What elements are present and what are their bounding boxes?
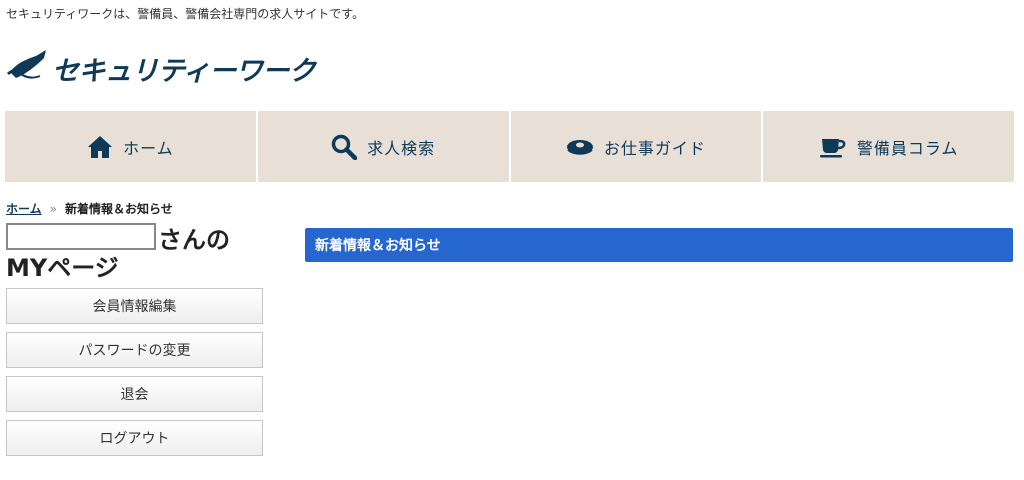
mypage-heading: MYページ [6, 254, 119, 282]
breadcrumb: ホーム » 新着情報＆お知らせ [6, 200, 173, 217]
logout-button[interactable]: ログアウト [6, 420, 263, 456]
breadcrumb-current: 新着情報＆お知らせ [64, 202, 173, 216]
home-icon [87, 135, 113, 159]
user-name-field [6, 223, 156, 250]
coffee-cup-icon [819, 135, 847, 159]
mypage-menu: 会員情報編集 パスワードの変更 退会 ログアウト [6, 288, 263, 464]
nav-guard-column[interactable]: 警備員コラム [763, 111, 1014, 182]
name-suffix: さんの [158, 226, 230, 254]
nav-job-search-label: 求人検索 [367, 138, 436, 158]
site-tagline: セキュリティワークは、警備員、警備会社専門の求人サイトです。 [6, 7, 365, 21]
logo-text: セキュリティーワーク [52, 55, 316, 87]
nav-job-guide-label: お仕事ガイド [603, 138, 706, 158]
breadcrumb-home-link[interactable]: ホーム [6, 202, 42, 216]
change-password-button[interactable]: パスワードの変更 [6, 332, 263, 368]
breadcrumb-separator: » [49, 202, 57, 216]
news-section-header: 新着情報＆お知らせ [305, 228, 1013, 262]
cap-icon [566, 137, 594, 157]
guard-cap-icon [6, 46, 50, 86]
search-icon [331, 134, 358, 160]
nav-home[interactable]: ホーム [5, 111, 258, 182]
mypage-title: さんの MYページ [6, 223, 266, 282]
nav-guard-column-label: 警備員コラム [856, 138, 959, 158]
site-logo[interactable]: セキュリティーワーク [6, 44, 316, 88]
nav-job-search[interactable]: 求人検索 [258, 111, 511, 182]
main-nav: ホーム 求人検索 お仕事ガイド 警備員コラム [5, 111, 1014, 182]
nav-job-guide[interactable]: お仕事ガイド [511, 111, 764, 182]
edit-member-info-button[interactable]: 会員情報編集 [6, 288, 263, 324]
nav-home-label: ホーム [123, 138, 174, 158]
withdraw-button[interactable]: 退会 [6, 376, 263, 412]
